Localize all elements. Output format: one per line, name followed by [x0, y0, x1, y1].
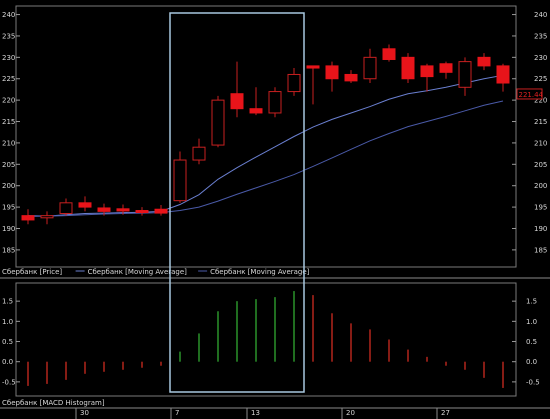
macd-tick-label-right: 1.5 [526, 298, 537, 306]
candle [458, 57, 472, 96]
price-tick-label-left: 220 [2, 97, 15, 105]
moving-average-line-2 [27, 100, 504, 218]
macd-tick-label-right: 1.0 [526, 318, 537, 326]
candle [382, 44, 396, 62]
candle-body [477, 56, 491, 67]
candle-body [97, 207, 111, 212]
candle [173, 151, 187, 203]
candle-body [116, 208, 130, 212]
price-tick-label-right: 200 [534, 182, 547, 190]
price-tick-label-left: 210 [2, 139, 15, 147]
x-axis-label: 13 [251, 409, 260, 417]
macd-tick-label-left: 0.0 [2, 358, 13, 366]
price-tick-label-left: 240 [2, 11, 15, 19]
x-axis-label: 20 [346, 409, 355, 417]
candle-body [363, 56, 377, 80]
candle-body [173, 159, 187, 202]
price-tick-label-right: 225 [534, 75, 547, 83]
candle [192, 138, 206, 165]
x-axis-label: 30 [80, 409, 89, 417]
macd-tick-label-left: 1.5 [2, 298, 13, 306]
price-tick-label-left: 185 [2, 246, 15, 254]
price-tick-label-left: 235 [2, 32, 15, 40]
last-price-label: 221.44 [519, 91, 544, 99]
chart-window: 185 185 190 190 195 195 200 200 205 205 210 210 215 2… [0, 0, 550, 419]
price-tick-label-right: 190 [534, 225, 547, 233]
candle-body [344, 73, 358, 82]
price-tick-label-right: 240 [534, 11, 547, 19]
candle-body [230, 93, 244, 110]
price-tick-label-left: 190 [2, 225, 15, 233]
macd-tick-label-right: -0.5 [526, 378, 540, 386]
candle-body [458, 61, 472, 88]
legend-entry: Сбербанк [Moving Average] [210, 268, 310, 276]
price-tick-label-left: 225 [2, 75, 15, 83]
candle-body [78, 202, 92, 208]
price-tick-label-left: 215 [2, 118, 15, 126]
price-tick-label-left: 205 [2, 161, 15, 169]
price-panel-frame [15, 5, 517, 268]
candle [325, 61, 339, 92]
price-tick-label-right: 210 [534, 139, 547, 147]
candle [211, 95, 225, 148]
price-tick-label-right: 185 [534, 246, 547, 254]
candle-body [382, 48, 396, 60]
candle-body [496, 65, 510, 84]
candle-body [154, 208, 168, 214]
price-tick-label-left: 200 [2, 182, 15, 190]
candle-body [268, 91, 282, 114]
x-axis-label: 7 [175, 409, 179, 417]
candle-body [325, 65, 339, 80]
macd-tick-label-left: 0.5 [2, 338, 13, 346]
macd-panel-frame [15, 282, 517, 397]
candle-body [211, 99, 225, 146]
candle [268, 87, 282, 118]
candle-body [439, 63, 453, 73]
candle [344, 70, 358, 84]
price-tick-label-right: 230 [534, 54, 547, 62]
macd-tick-label-left: 1.0 [2, 318, 13, 326]
candle [401, 53, 415, 84]
price-tick-label-right: 195 [534, 204, 547, 212]
price-tick-label-right: 235 [534, 32, 547, 40]
macd-tick-label-right: 0.0 [526, 358, 537, 366]
candle-body [249, 108, 263, 114]
candle [363, 48, 377, 84]
candle-body [135, 210, 149, 214]
candle [59, 198, 73, 216]
candle [78, 196, 92, 212]
price-tick-label-left: 195 [2, 204, 15, 212]
macd-tick-label-left: -0.5 [2, 378, 16, 386]
candle-body [306, 65, 320, 69]
macd-tick-label-right: 0.5 [526, 338, 537, 346]
candle-body [287, 73, 301, 93]
legend-entry: Сбербанк [Moving Average] [88, 268, 188, 276]
price-tick-label-right: 205 [534, 161, 547, 169]
legend-entry: Сбербанк [Price] [2, 268, 62, 276]
candle [40, 211, 54, 225]
price-tick-label-left: 230 [2, 54, 15, 62]
candle [287, 68, 301, 96]
candle [420, 63, 434, 92]
candle [135, 207, 149, 216]
candle [439, 61, 453, 79]
price-tick-label-right: 215 [534, 118, 547, 126]
chart-canvas: 185 185 190 190 195 195 200 200 205 205 210 210 215 2… [0, 5, 550, 419]
candle-body [40, 215, 54, 219]
candle [230, 61, 244, 118]
candle [249, 87, 263, 116]
candle [21, 209, 35, 225]
candle-body [21, 215, 35, 221]
macd-legend: Сбербанк [MACD Histogram] [2, 399, 105, 407]
candle [306, 65, 320, 105]
candle-body [192, 146, 206, 161]
candle-body [59, 202, 73, 215]
candle-body [420, 65, 434, 78]
moving-average-line-1 [27, 74, 504, 217]
candle [477, 53, 491, 71]
candle [496, 63, 510, 92]
candle-body [401, 56, 415, 80]
x-axis-label: 27 [441, 409, 450, 417]
candle [154, 204, 168, 216]
